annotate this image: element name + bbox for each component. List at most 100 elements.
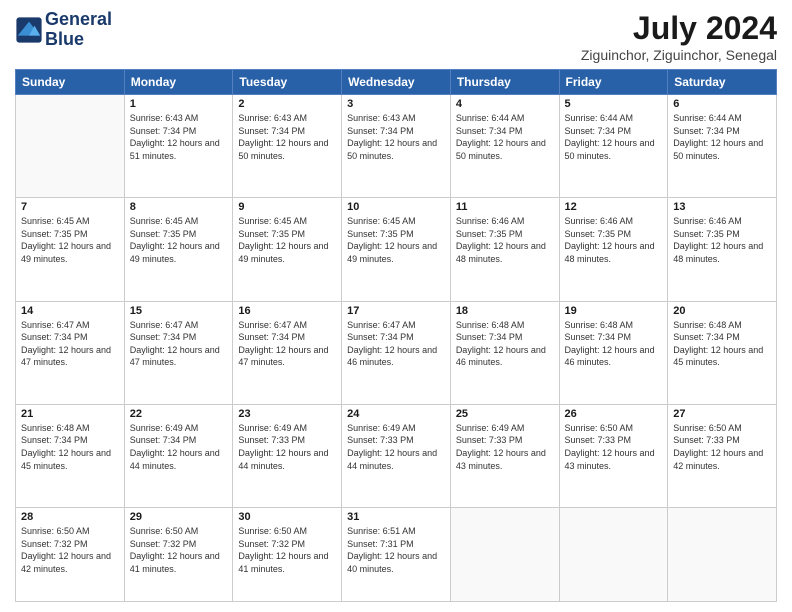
calendar-cell: 4 Sunrise: 6:44 AMSunset: 7:34 PMDaylight… [450,95,559,198]
day-number: 9 [238,201,336,213]
day-number: 30 [238,511,336,523]
day-detail: Sunrise: 6:49 AMSunset: 7:33 PMDaylight:… [238,422,336,472]
calendar-cell: 31 Sunrise: 6:51 AMSunset: 7:31 PMDayligh… [342,508,451,602]
calendar-table: SundayMondayTuesdayWednesdayThursdayFrid… [15,69,777,602]
calendar-cell: 2 Sunrise: 6:43 AMSunset: 7:34 PMDaylight… [233,95,342,198]
month-title: July 2024 [581,10,777,47]
calendar-cell: 15Sunrise: 6:47 AMSunset: 7:34 PMDayligh… [124,301,233,404]
logo-line1: General [45,10,112,30]
day-number: 18 [456,305,554,317]
day-number: 5 [565,98,663,110]
day-number: 12 [565,201,663,213]
day-number: 31 [347,511,445,523]
day-detail: Sunrise: 6:47 AMSunset: 7:34 PMDaylight:… [238,319,336,369]
col-header-thursday: Thursday [450,70,559,95]
day-number: 20 [673,305,771,317]
calendar-cell: 6 Sunrise: 6:44 AMSunset: 7:34 PMDaylight… [668,95,777,198]
page: General Blue July 2024 Ziguinchor, Zigui… [0,0,792,612]
calendar-cell: 13 Sunrise: 6:46 AMSunset: 7:35 PMDayligh… [668,198,777,301]
day-number: 17 [347,305,445,317]
calendar-cell: 28 Sunrise: 6:50 AMSunset: 7:32 PMDayligh… [16,508,125,602]
day-detail: Sunrise: 6:46 AMSunset: 7:35 PMDaylight:… [673,215,771,265]
day-detail: Sunrise: 6:46 AMSunset: 7:35 PMDaylight:… [456,215,554,265]
day-detail: Sunrise: 6:47 AMSunset: 7:34 PMDaylight:… [347,319,445,369]
day-number: 3 [347,98,445,110]
day-detail: Sunrise: 6:44 AMSunset: 7:34 PMDaylight:… [673,112,771,162]
calendar-cell: 5 Sunrise: 6:44 AMSunset: 7:34 PMDaylight… [559,95,668,198]
day-detail: Sunrise: 6:47 AMSunset: 7:34 PMDaylight:… [21,319,119,369]
day-detail: Sunrise: 6:48 AMSunset: 7:34 PMDaylight:… [456,319,554,369]
day-detail: Sunrise: 6:43 AMSunset: 7:34 PMDaylight:… [130,112,228,162]
calendar-cell: 26 Sunrise: 6:50 AMSunset: 7:33 PMDayligh… [559,404,668,507]
calendar-cell: 29 Sunrise: 6:50 AMSunset: 7:32 PMDayligh… [124,508,233,602]
day-number: 2 [238,98,336,110]
day-detail: Sunrise: 6:50 AMSunset: 7:33 PMDaylight:… [565,422,663,472]
day-number: 15 [130,305,228,317]
header: General Blue July 2024 Ziguinchor, Zigui… [15,10,777,63]
day-number: 21 [21,408,119,420]
calendar-cell: 8Sunrise: 6:45 AMSunset: 7:35 PMDaylight… [124,198,233,301]
calendar-cell [559,508,668,602]
calendar-cell: 30 Sunrise: 6:50 AMSunset: 7:32 PMDayligh… [233,508,342,602]
day-number: 6 [673,98,771,110]
day-detail: Sunrise: 6:48 AMSunset: 7:34 PMDaylight:… [565,319,663,369]
day-number: 1 [130,98,228,110]
calendar-cell [668,508,777,602]
day-number: 27 [673,408,771,420]
col-header-sunday: Sunday [16,70,125,95]
calendar-cell: 27 Sunrise: 6:50 AMSunset: 7:33 PMDayligh… [668,404,777,507]
day-detail: Sunrise: 6:45 AMSunset: 7:35 PMDaylight:… [21,215,119,265]
generalblue-logo-icon [15,16,43,44]
day-number: 7 [21,201,119,213]
day-detail: Sunrise: 6:48 AMSunset: 7:34 PMDaylight:… [21,422,119,472]
day-number: 25 [456,408,554,420]
day-number: 28 [21,511,119,523]
day-number: 29 [130,511,228,523]
location-subtitle: Ziguinchor, Ziguinchor, Senegal [581,47,777,63]
day-number: 16 [238,305,336,317]
calendar-cell: 18 Sunrise: 6:48 AMSunset: 7:34 PMDayligh… [450,301,559,404]
calendar-cell: 23 Sunrise: 6:49 AMSunset: 7:33 PMDayligh… [233,404,342,507]
col-header-friday: Friday [559,70,668,95]
calendar-cell [450,508,559,602]
day-detail: Sunrise: 6:50 AMSunset: 7:32 PMDaylight:… [130,525,228,575]
day-detail: Sunrise: 6:43 AMSunset: 7:34 PMDaylight:… [238,112,336,162]
day-detail: Sunrise: 6:50 AMSunset: 7:32 PMDaylight:… [238,525,336,575]
calendar-cell: 17 Sunrise: 6:47 AMSunset: 7:34 PMDayligh… [342,301,451,404]
calendar-cell [16,95,125,198]
day-number: 22 [130,408,228,420]
calendar-cell: 7 Sunrise: 6:45 AMSunset: 7:35 PMDaylight… [16,198,125,301]
day-detail: Sunrise: 6:50 AMSunset: 7:32 PMDaylight:… [21,525,119,575]
day-number: 14 [21,305,119,317]
day-detail: Sunrise: 6:46 AMSunset: 7:35 PMDaylight:… [565,215,663,265]
calendar-cell: 9Sunrise: 6:45 AMSunset: 7:35 PMDaylight… [233,198,342,301]
day-number: 4 [456,98,554,110]
title-block: July 2024 Ziguinchor, Ziguinchor, Senega… [581,10,777,63]
day-detail: Sunrise: 6:44 AMSunset: 7:34 PMDaylight:… [565,112,663,162]
day-number: 26 [565,408,663,420]
day-number: 8 [130,201,228,213]
day-detail: Sunrise: 6:43 AMSunset: 7:34 PMDaylight:… [347,112,445,162]
day-detail: Sunrise: 6:44 AMSunset: 7:34 PMDaylight:… [456,112,554,162]
calendar-cell: 25Sunrise: 6:49 AMSunset: 7:33 PMDayligh… [450,404,559,507]
calendar-cell: 14 Sunrise: 6:47 AMSunset: 7:34 PMDayligh… [16,301,125,404]
day-detail: Sunrise: 6:48 AMSunset: 7:34 PMDaylight:… [673,319,771,369]
calendar-cell: 1 Sunrise: 6:43 AMSunset: 7:34 PMDaylight… [124,95,233,198]
day-number: 23 [238,408,336,420]
calendar-cell: 21 Sunrise: 6:48 AMSunset: 7:34 PMDayligh… [16,404,125,507]
calendar-cell: 10 Sunrise: 6:45 AMSunset: 7:35 PMDayligh… [342,198,451,301]
calendar-cell: 22 Sunrise: 6:49 AMSunset: 7:34 PMDayligh… [124,404,233,507]
day-number: 10 [347,201,445,213]
day-number: 13 [673,201,771,213]
col-header-wednesday: Wednesday [342,70,451,95]
col-header-tuesday: Tuesday [233,70,342,95]
day-number: 11 [456,201,554,213]
day-detail: Sunrise: 6:51 AMSunset: 7:31 PMDaylight:… [347,525,445,575]
day-number: 19 [565,305,663,317]
col-header-monday: Monday [124,70,233,95]
calendar-cell: 11 Sunrise: 6:46 AMSunset: 7:35 PMDayligh… [450,198,559,301]
day-detail: Sunrise: 6:45 AMSunset: 7:35 PMDaylight:… [347,215,445,265]
day-detail: Sunrise: 6:50 AMSunset: 7:33 PMDaylight:… [673,422,771,472]
day-detail: Sunrise: 6:49 AMSunset: 7:34 PMDaylight:… [130,422,228,472]
calendar-cell: 20 Sunrise: 6:48 AMSunset: 7:34 PMDayligh… [668,301,777,404]
